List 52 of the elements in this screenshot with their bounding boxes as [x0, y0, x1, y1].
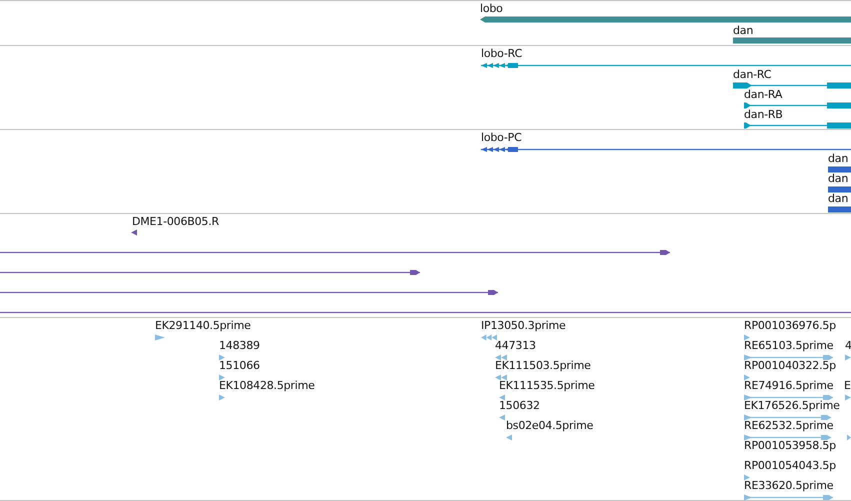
feature-label: RP001053958.5p — [744, 439, 836, 452]
feature-label: RE62532.5prime — [744, 419, 834, 432]
feature-label: dan — [828, 192, 848, 205]
read-arrow-icon — [495, 374, 507, 381]
feature-label: bs02e04.5prime — [506, 419, 594, 432]
feature-label: 150632 — [499, 399, 540, 412]
read-arrow-icon — [845, 394, 851, 401]
feature-label: dan-RC — [733, 68, 772, 81]
read-arrow-icon — [499, 414, 505, 421]
read-arrow-icon — [744, 374, 750, 381]
feature-label: RP001054043.5p — [744, 459, 836, 472]
feature-label: RE33620.5prime — [744, 479, 834, 492]
feature-label: dan — [828, 152, 848, 165]
read-arrow-icon — [744, 474, 750, 481]
feature-label: IP13050.3prime — [481, 319, 566, 332]
read-arrow-icon — [845, 354, 851, 361]
feature-label: dan-RA — [744, 88, 782, 101]
read-arrow-icon — [499, 394, 505, 401]
feature-label: DME1-006B05.R — [132, 215, 219, 228]
feature-label: 447313 — [495, 339, 536, 352]
feature-label: E — [844, 379, 851, 392]
feature-label: 151066 — [219, 359, 260, 372]
feature-label: lobo — [480, 2, 503, 15]
feature-label: RE74916.5prime — [744, 379, 834, 392]
feature-label: EK111535.5prime — [499, 379, 595, 392]
feature-label: dan — [828, 172, 848, 185]
feature-label: EK291140.5prime — [155, 319, 251, 332]
read-arrow-icon — [495, 354, 507, 361]
read-arrow-icon — [219, 394, 225, 401]
feature-label: lobo-RC — [481, 47, 522, 60]
read-arrow-icon — [219, 354, 225, 361]
read-arrow-icon — [847, 434, 851, 441]
feature-label: RP001036976.5p — [744, 319, 836, 332]
feature-label: EK108428.5prime — [219, 379, 315, 392]
feature-label: EK111503.5prime — [495, 359, 591, 372]
feature-label: RE65103.5prime — [744, 339, 834, 352]
read-arrow-icon — [219, 374, 225, 381]
read-arrow-icon — [506, 434, 512, 441]
feature-label: lobo-PC — [481, 131, 522, 144]
gene-bar — [828, 166, 851, 173]
feature-label: 148389 — [219, 339, 260, 352]
feature-label: 4 — [845, 339, 851, 352]
gene-bar — [828, 206, 851, 213]
feature-label: RP001040322.5p — [744, 359, 836, 372]
gene-bar — [828, 186, 851, 193]
feature-label: dan-RB — [744, 108, 783, 121]
feature-label: dan — [733, 24, 754, 37]
read-arrow-icon — [131, 229, 137, 236]
read-arrow-icon — [744, 334, 750, 341]
read-arrow-icon — [481, 334, 497, 341]
read-arrow-icon — [155, 334, 165, 341]
feature-label: EK176526.5prime — [744, 399, 840, 412]
